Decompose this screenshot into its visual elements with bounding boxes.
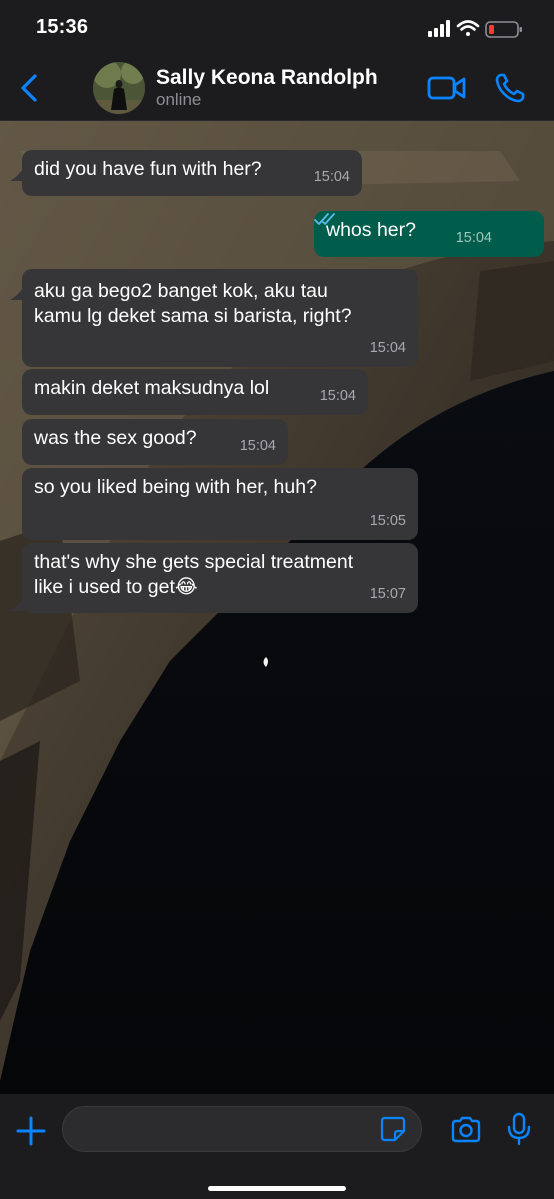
message-text: so you liked being with her, huh? [34, 476, 317, 498]
chat-header: Sally Keona Randolph online [0, 56, 554, 121]
message-time: 15:07 [369, 586, 406, 602]
message-bubble-incoming[interactable]: did you have fun with her? 15:04 [22, 150, 362, 196]
message-text: aku ga bego2 banget kok, aku tau kamu lg… [34, 280, 352, 327]
signal-icon [428, 20, 450, 37]
video-call-icon[interactable] [427, 74, 467, 102]
microphone-icon[interactable] [507, 1112, 531, 1146]
plus-icon[interactable] [16, 1116, 46, 1146]
message-bubble-incoming[interactable]: was the sex good? 15:04 [22, 419, 288, 465]
battery-icon [485, 21, 522, 38]
wifi-icon [456, 20, 480, 36]
message-time: 15:04 [455, 230, 492, 246]
message-text: makin deket maksudnya lol [34, 377, 270, 399]
message-time: 15:04 [319, 388, 356, 404]
contact-name[interactable]: Sally Keona Randolph [156, 66, 378, 90]
chat-area[interactable]: did you have fun with her? 15:04 whos he… [0, 121, 554, 1094]
status-bar: 15:36 [0, 0, 554, 56]
message-bubble-incoming[interactable]: makin deket maksudnya lol 15:04 [22, 369, 368, 415]
status-time: 15:36 [36, 16, 89, 38]
message-bubble-incoming[interactable]: so you liked being with her, huh? 15:05 [22, 468, 418, 540]
message-text: that's why she gets special treatment li… [34, 551, 354, 598]
back-chevron-icon[interactable] [18, 73, 42, 103]
message-time: 15:05 [369, 513, 406, 529]
sticker-icon[interactable] [380, 1116, 406, 1142]
message-bubble-outgoing[interactable]: whos her? 15:04 [314, 211, 544, 257]
message-input[interactable] [62, 1106, 422, 1152]
message-text: whos her? [326, 219, 416, 241]
message-bubble-incoming[interactable]: that's why she gets special treatment li… [22, 543, 418, 613]
message-text: did you have fun with her? [34, 158, 262, 180]
message-time: 15:04 [239, 438, 276, 454]
avatar[interactable] [93, 62, 145, 114]
camera-icon[interactable] [450, 1115, 482, 1143]
home-indicator[interactable] [208, 1186, 346, 1191]
read-receipt-icon [314, 213, 335, 225]
contact-status: online [156, 90, 202, 109]
status-icons [428, 20, 522, 38]
message-time: 15:04 [313, 169, 350, 185]
phone-call-icon[interactable] [494, 72, 526, 104]
message-bubble-incoming[interactable]: aku ga bego2 banget kok, aku tau kamu lg… [22, 269, 418, 367]
message-time: 15:04 [369, 340, 406, 356]
message-input-bar [0, 1094, 554, 1199]
